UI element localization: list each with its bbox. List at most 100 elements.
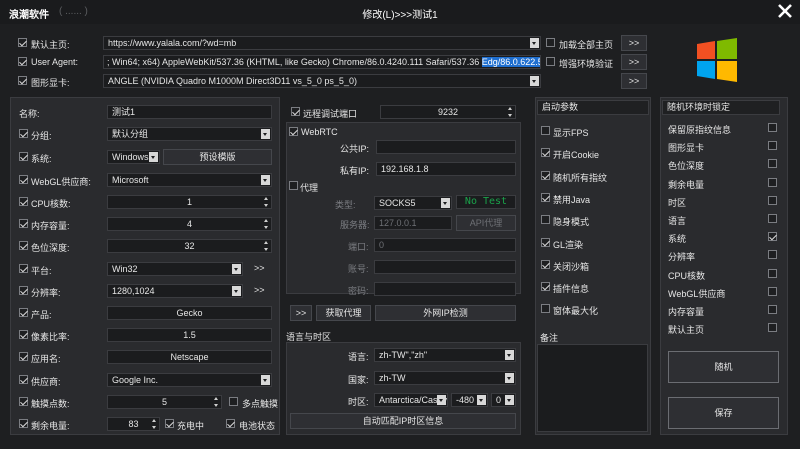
gpu-more-button[interactable]: >> bbox=[621, 73, 647, 89]
chevron-down-icon bbox=[505, 395, 514, 405]
spinner-arrows-icon[interactable] bbox=[264, 241, 269, 251]
color-depth-spinner[interactable]: 32 bbox=[107, 239, 272, 253]
gpu-select[interactable]: ANGLE (NVIDIA Quadro M1000M Direct3D11 v… bbox=[103, 74, 541, 88]
webgl-vendor-checkbox[interactable] bbox=[19, 175, 28, 184]
preset-template-button[interactable]: 预设模版 bbox=[163, 149, 272, 165]
user-agent-checkbox[interactable] bbox=[18, 57, 27, 66]
param-checkbox[interactable] bbox=[541, 192, 550, 202]
product-input[interactable]: Gecko bbox=[107, 306, 272, 320]
proxy-checkbox[interactable] bbox=[289, 181, 298, 190]
api-proxy-button[interactable]: API代理 bbox=[456, 215, 516, 231]
load-all-homepages-checkbox[interactable] bbox=[546, 38, 555, 47]
lock-item-checkbox[interactable] bbox=[768, 250, 777, 260]
app-name-input[interactable]: Netscape bbox=[107, 350, 272, 364]
homepage-more-button[interactable]: >> bbox=[621, 35, 647, 51]
public-ip-input[interactable] bbox=[376, 140, 516, 154]
lock-item-checkbox[interactable] bbox=[768, 232, 777, 242]
proxy-server-input[interactable]: 127.0.0.1 bbox=[374, 216, 452, 230]
spinner-arrows-icon[interactable] bbox=[508, 107, 513, 117]
spinner-arrows-icon[interactable] bbox=[152, 419, 157, 429]
touch-points-checkbox[interactable] bbox=[19, 397, 28, 406]
close-icon[interactable] bbox=[776, 2, 794, 20]
param-checkbox[interactable] bbox=[541, 126, 550, 135]
remote-port-checkbox[interactable] bbox=[291, 107, 300, 116]
platform-select[interactable]: Win32 bbox=[107, 262, 243, 276]
lock-item-checkbox[interactable] bbox=[768, 195, 777, 205]
notes-textarea[interactable] bbox=[537, 344, 648, 432]
spinner-arrows-icon[interactable] bbox=[214, 397, 219, 407]
param-checkbox[interactable] bbox=[541, 215, 550, 225]
app-name-checkbox[interactable] bbox=[19, 352, 28, 361]
system-select[interactable]: Windows bbox=[107, 150, 160, 164]
auto-match-timezone-button[interactable]: 自动匹配IP时区信息 bbox=[290, 413, 516, 429]
cpu-cores-spinner[interactable]: 1 bbox=[107, 195, 272, 209]
product-checkbox[interactable] bbox=[19, 308, 28, 317]
pixel-ratio-input[interactable]: 1.5 bbox=[107, 328, 272, 342]
param-checkbox[interactable] bbox=[541, 282, 550, 292]
user-agent-more-button[interactable]: >> bbox=[621, 54, 647, 70]
platform-checkbox[interactable] bbox=[19, 264, 28, 273]
touch-points-spinner[interactable]: 5 bbox=[107, 395, 222, 409]
battery-spinner[interactable]: 83 bbox=[107, 417, 160, 431]
resolution-more-button[interactable]: >> bbox=[254, 285, 265, 295]
platform-more-button[interactable]: >> bbox=[254, 263, 265, 273]
battery-checkbox[interactable] bbox=[19, 419, 28, 428]
memory-checkbox[interactable] bbox=[19, 219, 28, 228]
homepage-checkbox[interactable] bbox=[18, 38, 27, 47]
lock-item-checkbox[interactable] bbox=[768, 159, 777, 169]
save-button[interactable]: 保存 bbox=[668, 397, 779, 429]
gpu-checkbox[interactable] bbox=[18, 76, 27, 85]
param-checkbox[interactable] bbox=[541, 237, 550, 247]
lock-item-checkbox[interactable] bbox=[768, 177, 777, 187]
proxy-port-input[interactable]: 0 bbox=[374, 238, 516, 252]
param-checkbox[interactable] bbox=[541, 170, 550, 180]
remote-port-spinner[interactable]: 9232 bbox=[380, 105, 516, 119]
lock-item-checkbox[interactable] bbox=[768, 268, 777, 278]
random-button[interactable]: 随机 bbox=[668, 351, 779, 383]
webrtc-checkbox[interactable] bbox=[289, 127, 298, 136]
vendor-checkbox[interactable] bbox=[19, 375, 28, 384]
homepage-select[interactable]: https://www.yalala.com/?wd=mb bbox=[103, 36, 541, 50]
color-depth-checkbox[interactable] bbox=[19, 241, 28, 250]
enhance-env-checkbox[interactable] bbox=[546, 57, 555, 66]
timezone-dst-select[interactable]: 0 bbox=[491, 393, 516, 407]
vendor-select[interactable]: Google Inc. bbox=[107, 373, 272, 387]
cpu-cores-checkbox[interactable] bbox=[19, 197, 28, 206]
chevron-down-icon bbox=[261, 129, 270, 139]
system-checkbox[interactable] bbox=[19, 152, 28, 161]
resolution-select[interactable]: 1280,1024 bbox=[107, 284, 243, 298]
private-ip-input[interactable]: 192.168.1.8 bbox=[376, 162, 516, 176]
lock-item-checkbox[interactable] bbox=[768, 305, 777, 314]
name-input[interactable]: 测试1 bbox=[107, 105, 272, 119]
resolution-checkbox[interactable] bbox=[19, 286, 28, 295]
proxy-pass-input[interactable] bbox=[374, 282, 516, 296]
timezone-select[interactable]: Antarctica/Casey bbox=[374, 393, 448, 407]
user-agent-input[interactable]: ; Win64; x64) AppleWebKit/537.36 (KHTML,… bbox=[103, 55, 541, 69]
detect-ip-button[interactable]: 外网IP检测 bbox=[375, 305, 516, 321]
spinner-arrows-icon[interactable] bbox=[264, 197, 269, 207]
spinner-arrows-icon[interactable] bbox=[264, 219, 269, 229]
lock-item-checkbox[interactable] bbox=[768, 286, 777, 296]
get-proxy-button[interactable]: 获取代理 bbox=[316, 305, 371, 321]
group-checkbox[interactable] bbox=[19, 129, 28, 138]
country-select[interactable]: zh-TW bbox=[374, 371, 516, 385]
param-checkbox[interactable] bbox=[541, 259, 550, 269]
timezone-offset-select[interactable]: -480 bbox=[451, 393, 488, 407]
lock-item-checkbox[interactable] bbox=[768, 141, 777, 151]
webgl-vendor-select[interactable]: Microsoft bbox=[107, 173, 272, 187]
group-select[interactable]: 默认分组 bbox=[107, 127, 272, 141]
language-select[interactable]: zh-TW","zh" bbox=[374, 348, 516, 362]
param-checkbox[interactable] bbox=[541, 148, 550, 158]
multi-touch-checkbox[interactable] bbox=[229, 397, 238, 406]
lock-item-checkbox[interactable] bbox=[768, 123, 777, 132]
battery-status-checkbox[interactable] bbox=[226, 419, 235, 428]
pixel-ratio-checkbox[interactable] bbox=[19, 330, 28, 339]
memory-spinner[interactable]: 4 bbox=[107, 217, 272, 231]
proxy-user-input[interactable] bbox=[374, 260, 516, 274]
lock-item-checkbox[interactable] bbox=[768, 323, 777, 333]
charging-checkbox[interactable] bbox=[165, 419, 174, 428]
lock-item-checkbox[interactable] bbox=[768, 214, 777, 223]
param-checkbox[interactable] bbox=[541, 304, 550, 314]
proxy-type-select[interactable]: SOCKS5 bbox=[374, 196, 452, 210]
proxy-more-button[interactable]: >> bbox=[290, 305, 312, 321]
